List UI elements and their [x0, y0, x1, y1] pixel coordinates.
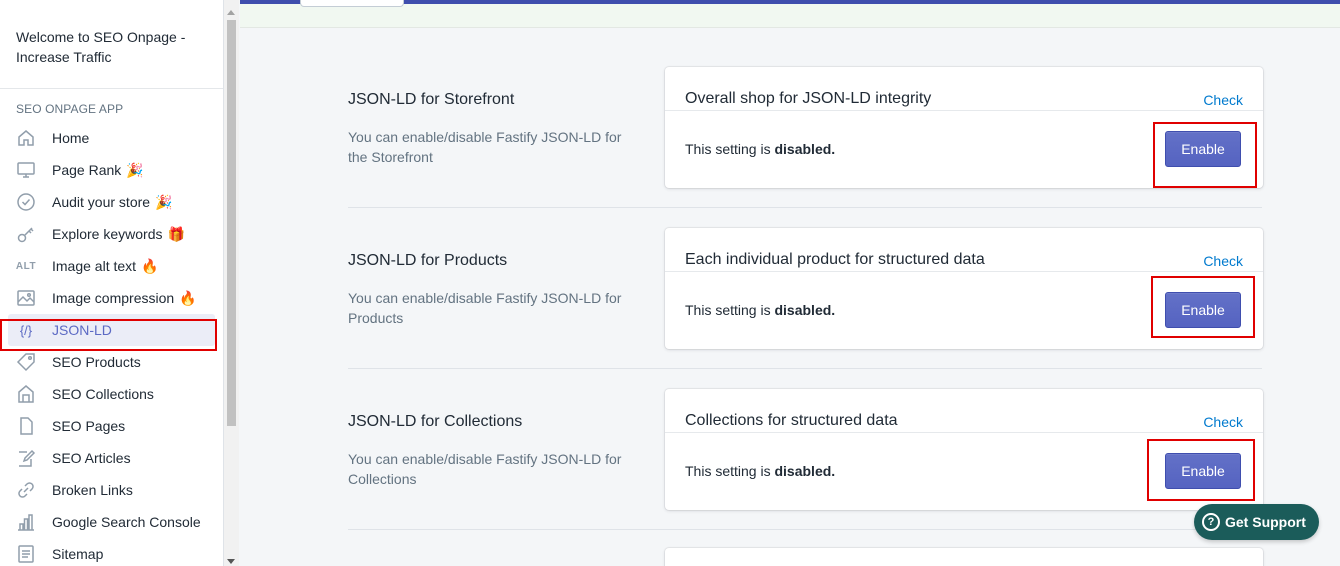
enable-button[interactable]: Enable — [1165, 131, 1241, 167]
sidebar-item-audit[interactable]: Audit your store 🎉 — [0, 186, 223, 218]
sidebar-scrollbar[interactable] — [224, 0, 239, 566]
check-link[interactable]: Check — [1203, 92, 1243, 108]
analytics-icon — [16, 512, 36, 532]
status-text: This setting is disabled. — [685, 141, 835, 157]
gift-icon: 🎁 — [167, 225, 185, 242]
sidebar-item-home[interactable]: Home — [0, 122, 223, 154]
top-banner — [240, 0, 1340, 28]
enable-button[interactable]: Enable — [1165, 292, 1241, 328]
card-title: Overall shop for JSON-LD integrity — [685, 90, 932, 107]
page-icon — [16, 416, 36, 436]
sidebar-item-seo-articles[interactable]: SEO Articles — [0, 442, 223, 474]
list-icon — [16, 544, 36, 564]
sidebar-item-label: SEO Products — [52, 354, 141, 370]
check-link[interactable]: Check — [1203, 414, 1243, 430]
app-title: Welcome to SEO Onpage - Increase Traffic — [0, 0, 223, 89]
settings-card: Overall shop for JSON-LD integrity Check… — [665, 67, 1263, 188]
sidebar-item-label: Page Rank — [52, 162, 122, 178]
section-collections: JSON-LD for Collections You can enable/d… — [348, 389, 1263, 510]
card-divider — [665, 432, 1263, 433]
fire-icon: 🔥 — [179, 289, 197, 306]
sidebar-item-label: JSON-LD — [52, 322, 112, 338]
sidebar-item-alt-text[interactable]: ALT Image alt text 🔥 — [0, 250, 223, 282]
code-braces-icon: {/} — [19, 322, 33, 338]
card-title: Collections for structured data — [685, 412, 898, 429]
party-icon: 🎉 — [155, 193, 173, 210]
sidebar-item-seo-pages[interactable]: SEO Pages — [0, 410, 223, 442]
section-divider — [348, 207, 1262, 208]
scroll-down-icon[interactable] — [227, 559, 235, 564]
home-icon — [16, 128, 36, 148]
check-link[interactable]: Check — [1203, 253, 1243, 269]
key-icon — [16, 224, 36, 244]
image-icon — [16, 288, 36, 308]
enable-button[interactable]: Enable — [1165, 453, 1241, 489]
fire-icon: 🔥 — [141, 257, 159, 274]
section-title: JSON-LD for Collections — [348, 413, 523, 430]
sidebar-item-search-console[interactable]: Google Search Console — [0, 506, 223, 538]
settings-card: Collections for structured data Check Th… — [665, 389, 1263, 510]
section-title: JSON-LD for Storefront — [348, 91, 515, 108]
support-label: Get Support — [1225, 514, 1306, 530]
section-products: JSON-LD for Products You can enable/disa… — [348, 228, 1263, 349]
sidebar-item-label: SEO Articles — [52, 450, 131, 466]
edit-icon — [16, 448, 36, 468]
card-divider — [665, 271, 1263, 272]
sidebar-item-label: Explore keywords — [52, 226, 163, 242]
section-description: You can enable/disable Fastify JSON-LD f… — [348, 451, 622, 487]
section-divider — [348, 368, 1262, 369]
scroll-up-icon[interactable] — [227, 10, 235, 15]
top-button-stub[interactable] — [300, 0, 404, 7]
status-prefix: This setting is — [685, 302, 771, 318]
sidebar-nav: Home Page Rank 🎉 Audit your store 🎉 Expl… — [0, 122, 223, 566]
sidebar-item-label: Audit your store — [52, 194, 151, 210]
status-text: This setting is disabled. — [685, 302, 835, 318]
link-icon — [16, 480, 36, 500]
alt-text-icon: ALT — [15, 260, 37, 272]
sidebar-item-label: Home — [52, 130, 90, 146]
sidebar-item-keywords[interactable]: Explore keywords 🎁 — [0, 218, 223, 250]
sidebar-item-sitemap[interactable]: Sitemap — [0, 538, 223, 566]
sidebar-item-label: Image compression — [52, 290, 175, 306]
status-text: This setting is disabled. — [685, 463, 835, 479]
party-icon: 🎉 — [126, 161, 144, 178]
sidebar-item-label: Google Search Console — [52, 514, 201, 530]
sidebar-item-seo-products[interactable]: SEO Products — [0, 346, 223, 378]
sidebar-item-broken-links[interactable]: Broken Links — [0, 474, 223, 506]
tag-icon — [16, 352, 36, 372]
sidebar-item-label: Image alt text — [52, 258, 137, 274]
sidebar: Welcome to SEO Onpage - Increase Traffic… — [0, 0, 224, 566]
section-storefront: JSON-LD for Storefront You can enable/di… — [348, 67, 1263, 188]
collections-icon — [16, 384, 36, 404]
section-label: SEO ONPAGE APP — [16, 102, 124, 116]
section-description: You can enable/disable Fastify JSON-LD f… — [348, 290, 622, 326]
section-divider — [348, 529, 1262, 530]
top-accent-strip — [240, 0, 1340, 4]
card-title: Each individual product for structured d… — [685, 251, 985, 268]
question-icon: ? — [1202, 513, 1220, 531]
sidebar-item-image-compression[interactable]: Image compression 🔥 — [0, 282, 223, 314]
section-description: You can enable/disable Fastify JSON-LD f… — [348, 129, 622, 165]
status-prefix: This setting is — [685, 463, 771, 479]
section-title: JSON-LD for Products — [348, 252, 508, 269]
status-prefix: This setting is — [685, 141, 771, 157]
sidebar-item-label: Sitemap — [52, 546, 104, 562]
sidebar-item-seo-collections[interactable]: SEO Collections — [0, 378, 223, 410]
sidebar-item-label: SEO Pages — [52, 418, 126, 434]
status-value: disabled. — [774, 463, 836, 479]
sidebar-item-page-rank[interactable]: Page Rank 🎉 — [0, 154, 223, 186]
sidebar-item-label: Broken Links — [52, 482, 133, 498]
card-divider — [665, 110, 1263, 111]
status-value: disabled. — [774, 302, 836, 318]
status-value: disabled. — [774, 141, 836, 157]
sidebar-item-json-ld[interactable]: {/} JSON-LD — [8, 314, 215, 346]
sidebar-item-label: SEO Collections — [52, 386, 154, 402]
settings-card: Each individual product for structured d… — [665, 228, 1263, 349]
monitor-icon — [16, 160, 36, 180]
check-circle-icon — [16, 192, 36, 212]
get-support-button[interactable]: ? Get Support — [1194, 504, 1319, 540]
scroll-thumb[interactable] — [227, 20, 236, 426]
settings-card-partial — [665, 548, 1263, 566]
